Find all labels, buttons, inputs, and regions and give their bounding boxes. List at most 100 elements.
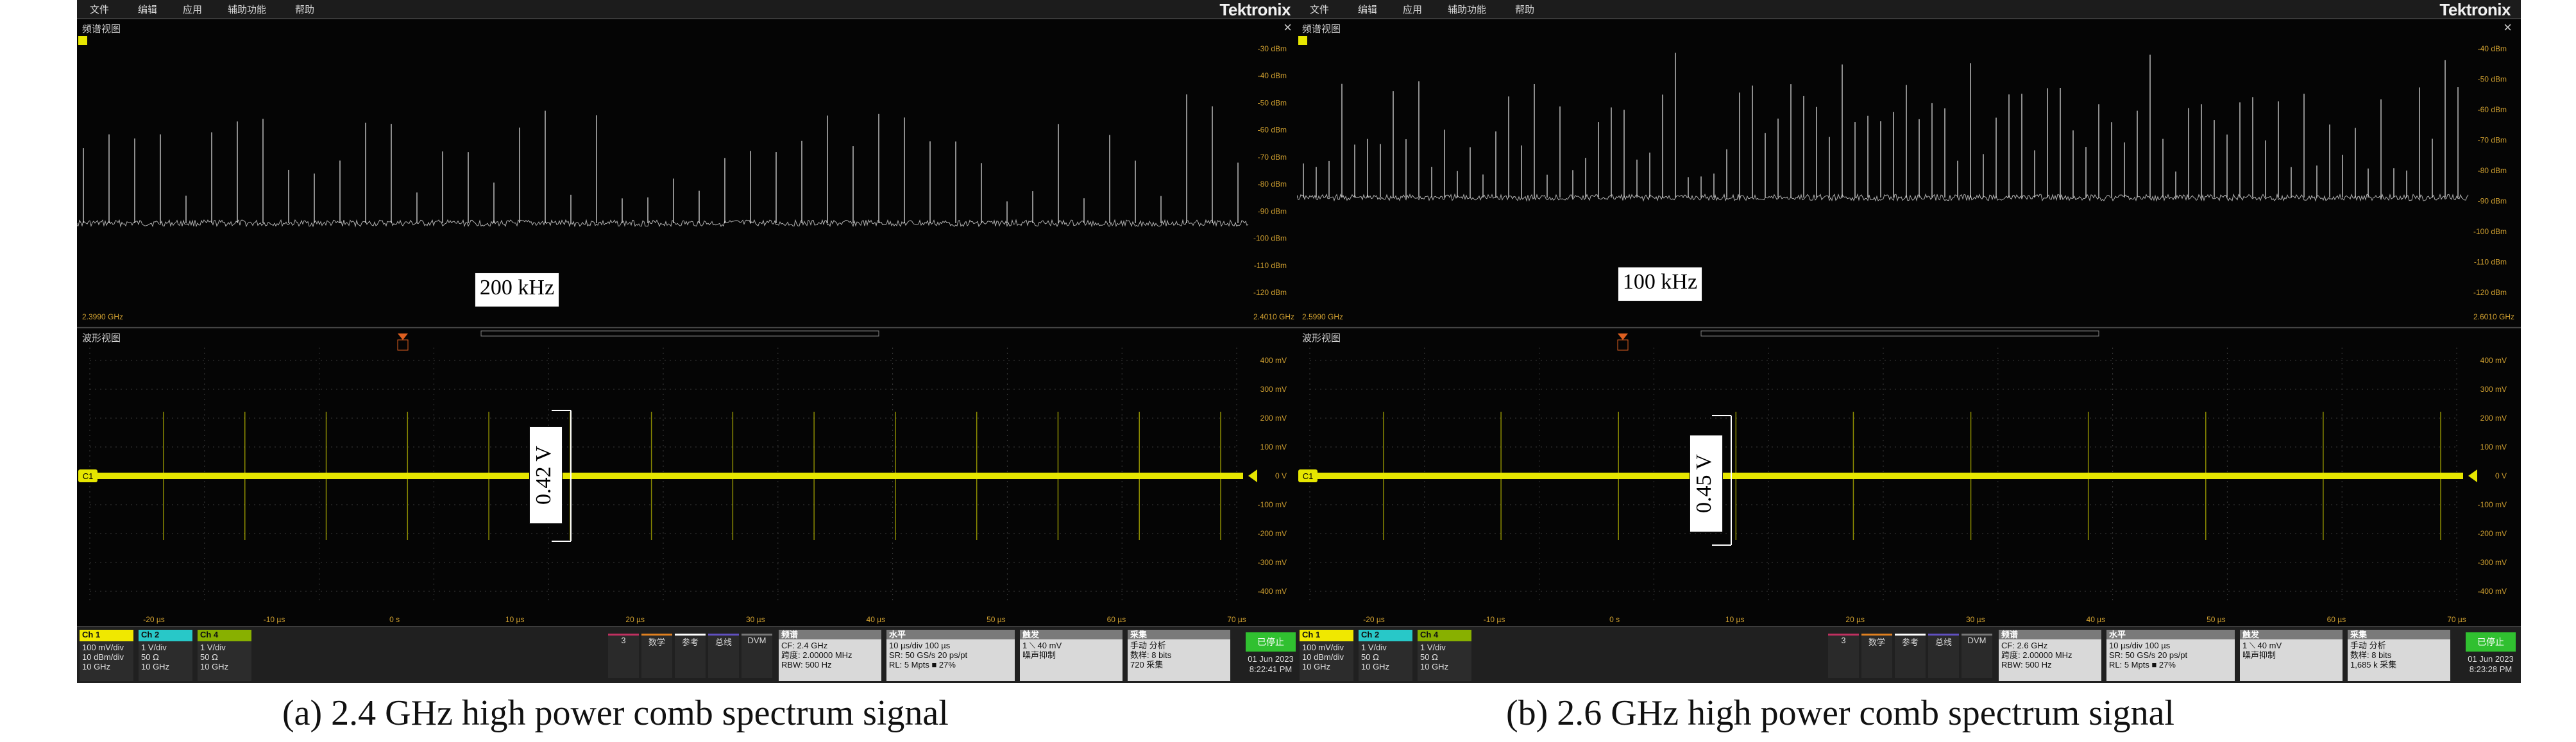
start-freq-label: 2.5990 GHz [1302,312,1343,321]
horizontal-settings-box[interactable]: 水平 10 µs/div 100 µs SR: 50 GS/s 20 ps/pt… [886,630,1015,681]
status-bar: Ch 1 100 mV/div 10 dBm/div 10 GHz Ch 2 1 V… [1297,626,2521,683]
volt-tick-label: -400 mV [1258,587,1287,596]
ch1-line: 10 dBm/div [1302,652,1344,662]
time-tick-label: 10 µs [505,615,525,624]
time-tick-label: -10 µs [264,615,285,624]
ch4-badge[interactable]: Ch 4 1 V/div 50 Ω 10 GHz [1418,630,1471,681]
bus-button[interactable]: 总线 [1928,634,1959,678]
time-text: 8:23:28 PM [2469,664,2512,674]
add-channel-button[interactable]: 3 [608,634,639,678]
menu-edit[interactable]: 编辑 [1358,3,1377,16]
trigger-settings-box[interactable]: 触发 1 ⟍ 40 mV 噪声抑制 [2240,630,2343,681]
menu-edit[interactable]: 编辑 [138,3,157,16]
time-tick-label: 30 µs [1966,615,1985,624]
acq-box-title: 采集 [2348,630,2450,639]
time-tick-label: 0 s [1609,615,1620,624]
trigger-box-line: 1 ⟍ 40 mV [1022,641,1062,650]
volt-tick-label: 400 mV [1260,356,1287,365]
status-bar: Ch 1 100 mV/div 10 dBm/div 10 GHz Ch 2 1 V… [77,626,1301,683]
ch2-line: 1 V/div [141,643,167,652]
time-tick-label: 70 µs [2447,615,2466,624]
menu-apps[interactable]: 应用 [183,3,202,16]
acq-box-title: 采集 [1128,630,1230,639]
ref-button[interactable]: 参考 [675,634,706,678]
ch1-line: 10 dBm/div [82,652,124,662]
horizontal-box-title: 水平 [2106,630,2235,639]
menu-help[interactable]: 帮助 [1515,3,1534,16]
acquisition-settings-box[interactable]: 采集 手动 分析 数样: 8 bits 1,685 k 采集 [2348,630,2450,681]
ref-marker-icon [78,36,87,45]
math-button[interactable]: 数学 [1861,634,1892,678]
dbm-tick-label: -110 dBm [1254,261,1287,270]
trigger-box-line: 1 ⟍ 40 mV [2242,641,2282,650]
menu-utility[interactable]: 辅助功能 [228,3,266,16]
ch4-line: 1 V/div [200,643,226,652]
marker-callout: 100 kHz [1618,267,1702,301]
ch2-line: 50 Ω [1361,652,1379,662]
spectrum-settings-box[interactable]: 频谱 CF: 2.4 GHz 跨度: 2.00000 MHz RBW: 500 … [779,630,881,681]
dvm-button[interactable]: DVM [1962,634,1992,678]
ch1-trace [1310,473,2463,479]
spectrum-box-line: CF: 2.4 GHz [781,641,828,650]
run-stop-button[interactable]: 已停止 [2466,632,2516,652]
end-freq-label: 2.4010 GHz [1253,312,1294,321]
ref-button[interactable]: 参考 [1895,634,1926,678]
volt-tick-label: 200 mV [1260,414,1287,423]
menu-file[interactable]: 文件 [90,3,109,16]
time-text: 8:22:41 PM [1249,664,1292,674]
scope-panel-b: 文件 编辑 应用 辅助功能 帮助 Tektronix 频谱视图 × -40 dB… [1297,0,2521,683]
ch4-badge[interactable]: Ch 4 1 V/div 50 Ω 10 GHz [198,630,251,681]
math-button[interactable]: 数学 [641,634,672,678]
ch1-trace [90,473,1243,479]
acq-box-line: 1,685 k 采集 [2350,660,2397,670]
menu-file[interactable]: 文件 [1310,3,1329,16]
spectrum-box-line: 跨度: 2.00000 MHz [2001,650,2072,660]
ch2-badge[interactable]: Ch 2 1 V/div 50 Ω 10 GHz [139,630,192,681]
menu-help[interactable]: 帮助 [295,3,314,16]
ch1-badge[interactable]: Ch 1 100 mV/div 10 dBm/div 10 GHz [80,630,133,681]
run-stop-button[interactable]: 已停止 [1246,632,1296,652]
menu-apps[interactable]: 应用 [1403,3,1422,16]
time-tick-label: -20 µs [1363,615,1385,624]
dbm-tick-label: -40 dBm [2478,44,2507,53]
scope-panel-a: 文件 编辑 应用 辅助功能 帮助 Tektronix 频谱视图 × -30 dB… [77,0,1301,683]
horizontal-settings-box[interactable]: 水平 10 µs/div 100 µs SR: 50 GS/s 20 ps/pt… [2106,630,2235,681]
bus-button[interactable]: 总线 [708,634,739,678]
horizontal-box-title: 水平 [886,630,1015,639]
trigger-box-title: 触发 [2240,630,2343,639]
ch1-badge[interactable]: Ch 1 100 mV/div 10 dBm/div 10 GHz [1300,630,1353,681]
ch2-title: Ch 2 [1361,630,1380,639]
add-channel-button[interactable]: 3 [1828,634,1859,678]
horizontal-box-line: 10 µs/div 100 µs [889,641,951,650]
time-tick-label: -10 µs [1484,615,1505,624]
dvm-button[interactable]: DVM [741,634,772,678]
noise-floor-trace [1297,193,2469,202]
acquisition-settings-box[interactable]: 采集 手动 分析 数样: 8 bits 720 采集 [1128,630,1230,681]
ch4-line: 50 Ω [200,652,218,662]
waveform-plot: 400 mV 300 mV 200 mV 100 mV 0 V -100 mV -200 m… [78,330,1287,624]
volt-tick-label: 0 V [2495,471,2507,480]
volt-tick-label: 300 mV [2480,385,2507,394]
menu-utility[interactable]: 辅助功能 [1448,3,1486,16]
trigger-settings-box[interactable]: 触发 1 ⟍ 40 mV 噪声抑制 [1020,630,1123,681]
spectrum-settings-box[interactable]: 频谱 CF: 2.6 GHz 跨度: 2.00000 MHz RBW: 500 … [1999,630,2101,681]
volt-tick-label: -200 mV [2478,529,2507,538]
time-tick-label: 20 µs [625,615,645,624]
zoom-bracket [1700,330,2099,337]
spectrum-box-line: CF: 2.6 GHz [2001,641,2048,650]
acq-box-line: 数样: 8 bits [2350,650,2392,660]
ch4-title: Ch 4 [200,630,219,639]
dbm-tick-label: -80 dBm [1258,180,1287,189]
ch2-badge[interactable]: Ch 2 1 V/div 50 Ω 10 GHz [1359,630,1412,681]
ch1-line: 10 GHz [82,662,111,671]
ch1-marker-label: C1 [83,471,94,481]
time-tick-label: 60 µs [1107,615,1126,624]
acq-box-line: 720 采集 [1130,660,1164,670]
spectrum-box-line: 跨度: 2.00000 MHz [781,650,852,660]
dbm-tick-label: -50 dBm [1258,98,1287,107]
time-tick-label: 0 s [389,615,400,624]
dbm-tick-label: -60 dBm [2478,105,2507,114]
trigger-position-icon [398,333,408,340]
time-tick-label: 40 µs [2087,615,2106,624]
time-tick-label: 10 µs [1725,615,1745,624]
